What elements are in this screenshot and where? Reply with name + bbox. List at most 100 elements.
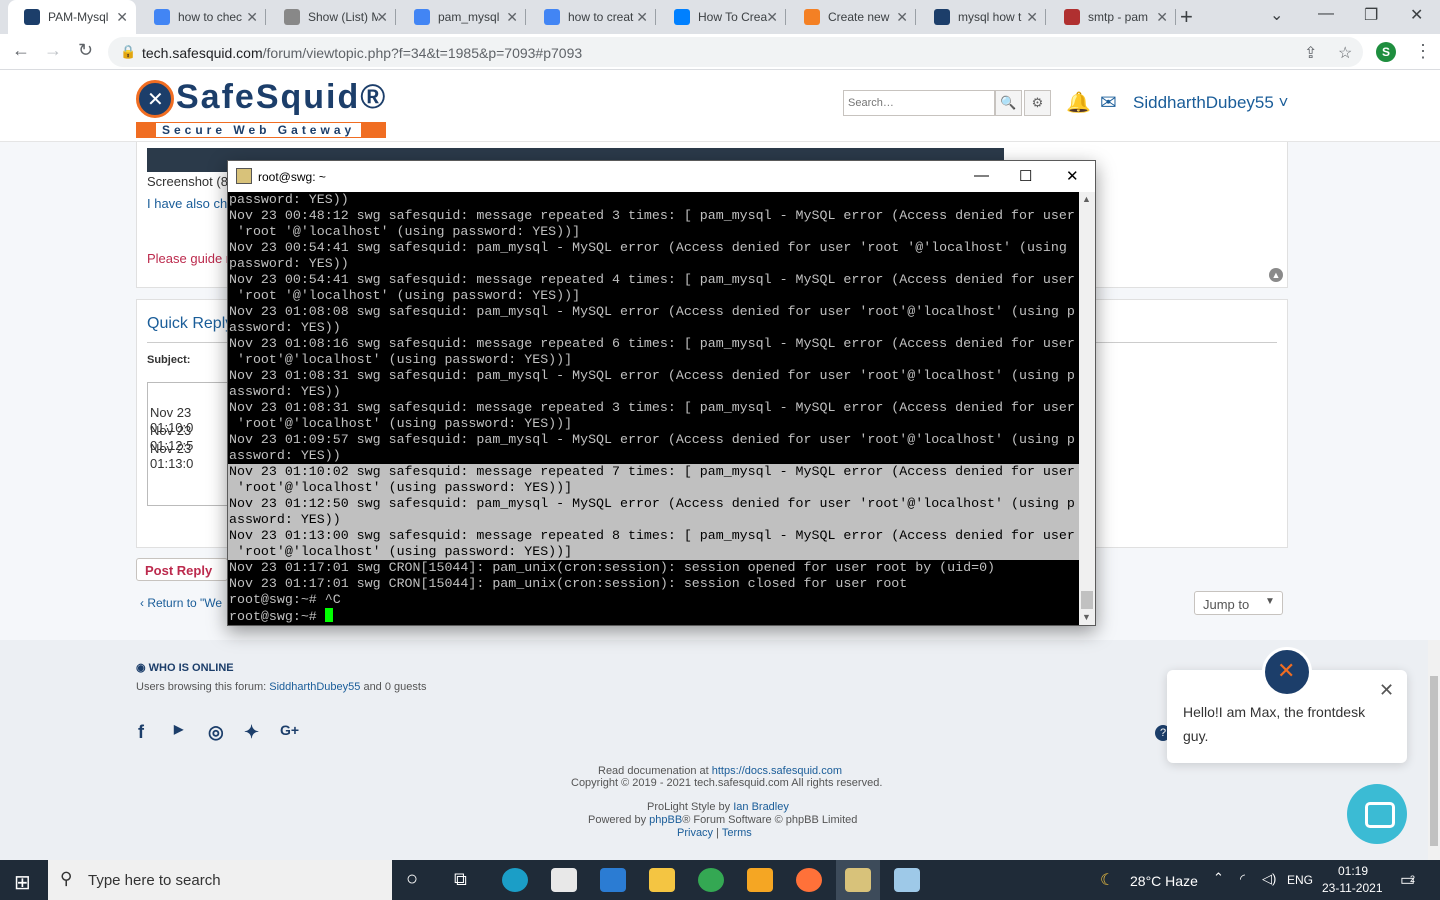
back-to-top-icon[interactable]: ▲ [1269, 268, 1283, 282]
terminal-close-icon[interactable]: ✕ [1066, 167, 1079, 185]
forward-icon[interactable]: → [44, 40, 62, 61]
volume-icon[interactable]: ◁) [1262, 871, 1276, 887]
file-explorer-icon[interactable] [649, 868, 675, 892]
windows-start-icon[interactable]: ⊞ [14, 870, 31, 895]
terminal-output[interactable]: password: YES)) Nov 23 00:48:12 swg safes… [228, 192, 1079, 625]
post-reply-button[interactable]: Post Reply [136, 558, 228, 581]
tab-close-icon[interactable]: ✕ [376, 9, 388, 26]
sublime-icon[interactable] [747, 868, 773, 892]
tab-close-icon[interactable]: ✕ [636, 9, 648, 26]
weather-text[interactable]: 28°C Haze [1130, 873, 1198, 889]
store-icon[interactable] [551, 868, 577, 892]
style-author-link[interactable]: Ian Bradley [733, 801, 789, 813]
edge-icon[interactable] [502, 868, 528, 892]
message-textarea[interactable]: Nov 23 01:10:0 Nov 23 01:12:5 Nov 23 01:… [147, 382, 237, 506]
browser-tab[interactable]: How To Crea ✕ [658, 0, 786, 34]
browser-tab[interactable]: how to creat ✕ [528, 0, 656, 34]
screenshot-label[interactable]: Screenshot (8 [147, 174, 228, 189]
task-view-icon[interactable]: ⧉ [454, 869, 467, 890]
tab-close-icon[interactable]: ✕ [1156, 9, 1168, 26]
search-icon[interactable]: 🔍 [995, 90, 1022, 116]
bookmark-star-icon[interactable]: ☆ [1338, 43, 1352, 63]
jump-to-dropdown[interactable]: Jump to ▼ [1194, 591, 1283, 615]
forum-search-input[interactable] [843, 90, 995, 116]
terminal-titlebar[interactable]: root@swg: ~ — ☐ ✕ [228, 161, 1095, 192]
tab-close-icon[interactable]: ✕ [1026, 9, 1038, 26]
chrome-icon[interactable] [698, 868, 724, 892]
youtube-icon[interactable]: ▶ [174, 722, 183, 736]
advanced-search-gear-icon[interactable]: ⚙ [1024, 90, 1051, 116]
minimize-icon[interactable]: — [1318, 5, 1334, 23]
browser-tab[interactable]: how to chec ✕ [138, 0, 266, 34]
notepad-icon[interactable] [894, 868, 920, 892]
putty-taskbar-icon[interactable] [845, 868, 871, 892]
private-messages-envelope-icon[interactable]: ✉ [1100, 90, 1117, 115]
browser-tab[interactable]: Create new ✕ [788, 0, 916, 34]
share-icon[interactable]: ⇪ [1304, 43, 1317, 63]
notification-center-icon[interactable]: ▭ 2 [1400, 870, 1415, 890]
chat-launcher-icon[interactable] [1347, 784, 1407, 844]
tab-favicon-icon [414, 9, 430, 25]
terminal-scrollbar[interactable]: ▲ ▼ [1079, 192, 1095, 625]
mail-icon[interactable] [600, 868, 626, 892]
hidden-icons-chevron-icon[interactable]: ⌃ [1213, 870, 1224, 886]
tab-label: how to chec [178, 10, 243, 24]
terminal-line: root@swg:~# ^C [229, 592, 341, 607]
terminal-window[interactable]: root@swg: ~ — ☐ ✕ password: YES)) Nov 23 … [227, 160, 1096, 626]
return-to-forum-link[interactable]: ‹ Return to "We [140, 596, 222, 610]
url-path: /forum/viewtopic.php?f=34&t=1985&p=7093#… [262, 45, 583, 61]
taskbar-search[interactable]: ⚲ Type here to search [48, 860, 392, 900]
browser-tab[interactable]: smtp - pam ✕ [1048, 0, 1176, 34]
weather-moon-icon[interactable]: ☾ [1100, 870, 1114, 890]
privacy-link[interactable]: Privacy [677, 827, 713, 839]
safesquid-logo[interactable]: SafeSquid® Secure Web Gateway [136, 78, 386, 140]
terminal-prompt-line[interactable]: root@swg:~# [228, 608, 1079, 624]
instagram-icon[interactable]: ◎ [208, 722, 224, 743]
chat-close-icon[interactable]: ✕ [1379, 680, 1394, 701]
tab-close-icon[interactable]: ✕ [246, 9, 258, 26]
jump-to-label: Jump to [1203, 597, 1250, 612]
user-menu[interactable]: SiddharthDubey55 ˅ [1133, 93, 1288, 113]
terminal-scroll-thumb[interactable] [1081, 591, 1093, 609]
page-scrollbar[interactable] [1428, 640, 1440, 860]
scroll-up-icon[interactable]: ▲ [1082, 194, 1091, 204]
tab-label: how to creat [568, 10, 634, 24]
close-window-icon[interactable]: ✕ [1410, 5, 1423, 25]
docs-link[interactable]: https://docs.safesquid.com [712, 765, 842, 777]
tab-close-icon[interactable]: ✕ [506, 9, 518, 26]
restore-icon[interactable]: ❐ [1364, 5, 1378, 25]
wifi-icon[interactable]: ◜ [1240, 871, 1245, 887]
browser-tab[interactable]: Show (List) M ✕ [268, 0, 396, 34]
cortana-icon[interactable]: ○ [406, 868, 418, 891]
logo-tagline: Secure Web Gateway [156, 123, 362, 137]
tab-search-icon[interactable]: ⌄ [1270, 5, 1283, 25]
terminal-maximize-icon[interactable]: ☐ [1019, 167, 1032, 185]
online-user-link[interactable]: SiddharthDubey55 [269, 681, 360, 693]
terminal-minimize-icon[interactable]: — [974, 167, 989, 184]
firefox-icon[interactable] [796, 868, 822, 892]
tab-label: Show (List) M [308, 10, 378, 24]
profile-avatar[interactable]: S [1376, 42, 1396, 62]
clock-date[interactable]: 23-11-2021 [1322, 881, 1383, 895]
terms-link[interactable]: Terms [722, 827, 752, 839]
scroll-down-icon[interactable]: ▼ [1082, 612, 1091, 622]
notifications-bell-icon[interactable]: 🔔 [1066, 90, 1091, 115]
back-icon[interactable]: ← [12, 40, 30, 61]
tab-close-icon[interactable]: ✕ [116, 9, 128, 26]
browser-tab[interactable]: mysql how t ✕ [918, 0, 1046, 34]
twitter-icon[interactable]: ✦ [244, 722, 259, 743]
menu-kebab-icon[interactable]: ⋮ [1414, 41, 1432, 62]
browser-tab[interactable]: PAM-Mysql ✕ [8, 0, 136, 34]
clock-time[interactable]: 01:19 [1338, 864, 1368, 878]
language-indicator[interactable]: ENG [1287, 873, 1313, 887]
facebook-icon[interactable]: f [138, 722, 144, 743]
new-tab-button[interactable]: + [1180, 4, 1193, 30]
reload-icon[interactable]: ↻ [78, 40, 93, 61]
phpbb-link[interactable]: phpBB [649, 814, 682, 826]
url-field[interactable]: 🔒 tech.safesquid.com/forum/viewtopic.php… [108, 37, 1363, 67]
browser-tab[interactable]: pam_mysql ✕ [398, 0, 526, 34]
tab-close-icon[interactable]: ✕ [896, 9, 908, 26]
tab-close-icon[interactable]: ✕ [766, 9, 778, 26]
google-plus-icon[interactable]: G+ [280, 722, 299, 738]
terminal-line: assword: YES)) [229, 320, 341, 335]
